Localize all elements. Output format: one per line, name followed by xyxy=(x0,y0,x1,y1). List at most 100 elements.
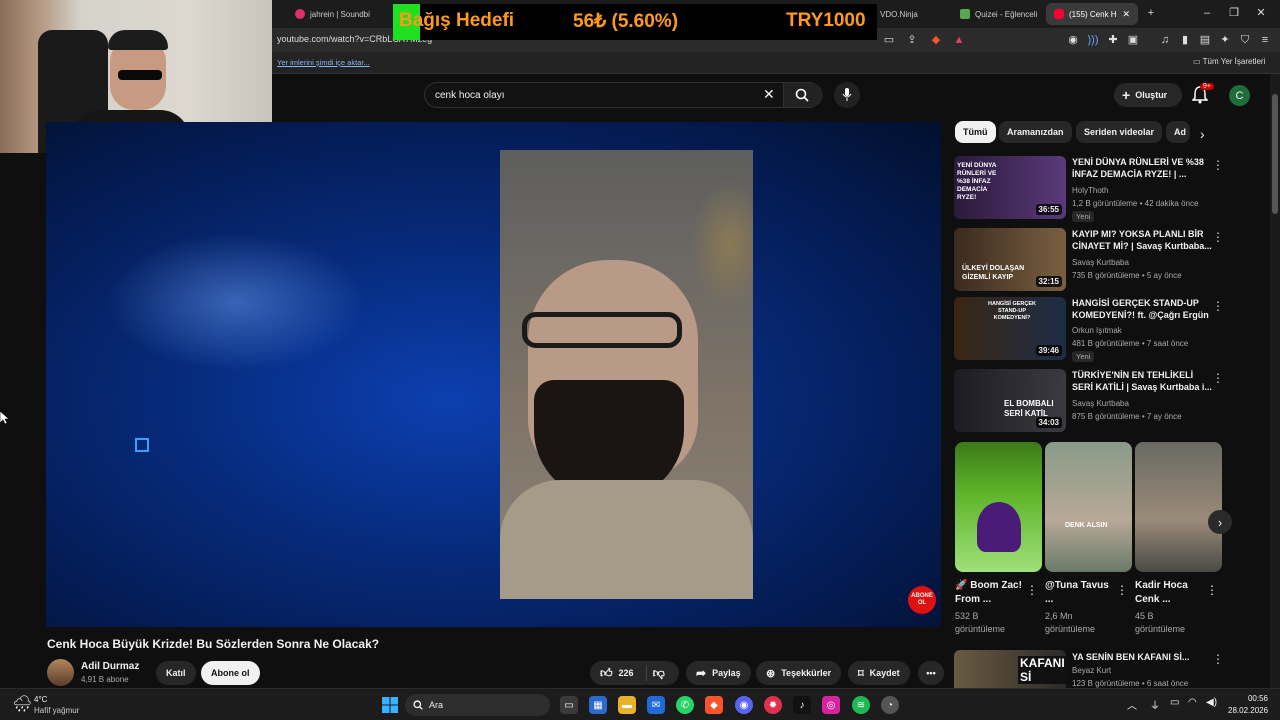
close-tab-icon[interactable]: ✕ xyxy=(1122,9,1130,20)
video-title[interactable]: YENİ DÜNYA RÜNLERİ VE %38 İNFAZ DEMACİA … xyxy=(1072,156,1212,180)
scrollbar-thumb[interactable] xyxy=(1272,94,1278,214)
discord-icon[interactable]: ◉ xyxy=(735,696,753,714)
leo-icon[interactable]: ◉ xyxy=(1066,33,1080,47)
wallet-icon[interactable]: ▤ xyxy=(1198,33,1212,47)
short-title[interactable]: @Tuna Tavus ... xyxy=(1045,579,1115,607)
app-icon[interactable]: ✹ xyxy=(764,696,782,714)
sidebar-icon[interactable]: ▮ xyxy=(1178,33,1192,47)
search-input[interactable]: cenk hoca olayı xyxy=(435,90,505,101)
clock-time[interactable]: 00:56 xyxy=(1230,694,1268,703)
create-button[interactable]: + Oluştur xyxy=(1114,83,1182,107)
tab-soundbi[interactable]: jahrein | Soundbi xyxy=(287,3,375,25)
shorts-next-button[interactable]: › xyxy=(1208,510,1232,534)
clock-date[interactable]: 28.02.2026 xyxy=(1228,706,1268,715)
chip-partial[interactable]: Ad xyxy=(1166,121,1190,143)
weather-temp[interactable]: 4°C xyxy=(34,695,47,704)
more-actions-button[interactable]: ••• xyxy=(918,661,944,685)
kebab-menu-icon[interactable]: ⋮ xyxy=(1212,230,1224,244)
short-title[interactable]: 🚀 Boom Zac! From ... xyxy=(955,579,1025,607)
whatsapp-icon[interactable]: ✆ xyxy=(676,696,694,714)
extensions-icon[interactable]: ✚ xyxy=(1106,33,1120,47)
file-explorer-icon[interactable]: ▬ xyxy=(618,696,636,714)
video-player[interactable]: ABONE OL xyxy=(46,122,941,627)
chevron-right-icon[interactable]: › xyxy=(1200,126,1205,142)
chip-series[interactable]: Seriden videolar xyxy=(1076,121,1163,143)
brave-icon[interactable]: ◆ xyxy=(705,696,723,714)
video-title[interactable]: TÜRKİYE'NİN EN TEHLİKELİ SERİ KATİLİ | S… xyxy=(1072,369,1212,393)
short-thumbnail[interactable]: DENK ALSIN xyxy=(1045,442,1132,572)
kebab-menu-icon[interactable]: ⋮ xyxy=(1116,583,1128,597)
scrollbar[interactable] xyxy=(1270,74,1280,688)
recommended-item[interactable]: YENİ DÜNYA RÜNLERİ VE %38 İNFAZ DEMACİA … xyxy=(954,156,1254,222)
channel-name[interactable]: HolyThoth xyxy=(1072,186,1108,195)
video-title[interactable]: HANGİSİ GERÇEK STAND-UP KOMEDYENİ?! ft. … xyxy=(1072,297,1212,321)
video-thumbnail[interactable]: YENİ DÜNYA RÜNLERİ VE %38 İNFAZ DEMACİA … xyxy=(954,156,1066,219)
new-tab-icon[interactable]: + xyxy=(1144,6,1158,20)
spotify-icon[interactable]: ≋ xyxy=(852,696,870,714)
like-count[interactable]: 226 xyxy=(619,668,634,678)
menu-icon[interactable]: ≡ xyxy=(1258,33,1272,47)
audio-icon[interactable]: ))) xyxy=(1086,33,1100,47)
join-button[interactable]: Katıl xyxy=(156,661,196,685)
video-title[interactable]: KAYIP MI? YOKSA PLANLI BİR CİNAYET Mİ? |… xyxy=(1072,228,1212,252)
video-thumbnail[interactable]: ÜLKEYİ DOLAŞAN GİZEMLİ KAYIP 32:15 xyxy=(954,228,1066,291)
ai-icon[interactable]: ✦ xyxy=(1218,33,1232,47)
share-icon[interactable]: ⇪ xyxy=(905,33,919,47)
tab-vdo-ninja[interactable]: VDO.Ninja xyxy=(872,3,952,25)
kebab-menu-icon[interactable]: ⋮ xyxy=(1212,158,1224,172)
video-thumbnail[interactable]: KAFANI Sİ xyxy=(954,650,1066,688)
channel-name[interactable]: Orkun Işıtmak xyxy=(1072,326,1122,335)
recommended-item[interactable]: EL BOMBALI SERİ KATİL 34:03 TÜRKİYE'NİN … xyxy=(954,369,1254,433)
video-title[interactable]: YA SENİN BEN KAFANI Sİ... xyxy=(1072,651,1212,663)
close-window-icon[interactable]: ✕ xyxy=(1254,6,1268,20)
thanks-button[interactable]: ⊛ Teşekkürler xyxy=(756,661,842,685)
outlook-icon[interactable]: ✉ xyxy=(647,696,665,714)
subscribe-button[interactable]: Abone ol xyxy=(201,661,260,685)
kebab-menu-icon[interactable]: ⋮ xyxy=(1206,583,1218,597)
tiktok-icon[interactable]: ♪ xyxy=(793,696,811,714)
maximize-icon[interactable]: ❐ xyxy=(1227,6,1241,20)
screen-icon[interactable]: ▭ xyxy=(882,33,896,47)
rewards-icon[interactable]: ▲ xyxy=(952,33,966,47)
channel-name[interactable]: Savaş Kurtbaba xyxy=(1072,399,1129,408)
brave-shield-icon[interactable]: ◆ xyxy=(929,33,943,47)
chip-all[interactable]: Tümü xyxy=(955,121,996,143)
share-button[interactable]: ➦ Paylaş xyxy=(686,661,751,685)
search-box[interactable]: cenk hoca olayı ✕ xyxy=(424,82,823,108)
network-icon[interactable]: ▭ xyxy=(1170,697,1179,708)
save-button[interactable]: ⌑ Kaydet xyxy=(848,661,910,685)
weather-rain-icon[interactable]: 🌧︎ xyxy=(12,694,32,714)
recommended-item[interactable]: HANGİSİ GERÇEK STAND-UP KOMEDYENİ? 39:46… xyxy=(954,297,1254,362)
task-view-icon[interactable]: ▭ xyxy=(560,696,578,714)
kebab-menu-icon[interactable]: ⋮ xyxy=(1026,583,1038,597)
channel-name[interactable]: Beyaz Kurt xyxy=(1072,666,1111,675)
avatar[interactable]: C xyxy=(1229,85,1250,106)
taskbar-search[interactable]: Ara xyxy=(405,694,550,716)
obs-icon[interactable]: ◔ xyxy=(881,696,899,714)
short-thumbnail[interactable] xyxy=(1135,442,1222,572)
short-thumbnail[interactable] xyxy=(955,442,1042,572)
channel-name[interactable]: Adil Durmaz xyxy=(81,661,139,672)
store-icon[interactable]: ▦ xyxy=(589,696,607,714)
music-icon[interactable]: ♫ xyxy=(1158,33,1172,47)
kebab-menu-icon[interactable]: ⋮ xyxy=(1212,371,1224,385)
channel-name[interactable]: Savaş Kurtbaba xyxy=(1072,258,1129,267)
windows-start-icon[interactable] xyxy=(381,696,399,714)
tab-youtube-active[interactable]: (155) Cenk H ✕ xyxy=(1046,3,1138,25)
voice-search-button[interactable] xyxy=(834,82,860,108)
clear-search-icon[interactable]: ✕ xyxy=(763,86,775,103)
notifications-button[interactable]: 9+ xyxy=(1191,83,1214,106)
minimize-icon[interactable]: – xyxy=(1200,6,1214,20)
import-bookmarks-link[interactable]: Yer imlerini şimdi içe aktar... xyxy=(277,58,370,67)
all-bookmarks-link[interactable]: ▭ Tüm Yer İşaretleri xyxy=(1193,57,1265,66)
subscribe-watermark[interactable]: ABONE OL xyxy=(908,586,936,614)
video-thumbnail[interactable]: HANGİSİ GERÇEK STAND-UP KOMEDYENİ? 39:46 xyxy=(954,297,1066,360)
chevron-up-icon[interactable]: ︿ xyxy=(1127,697,1137,712)
video-thumbnail[interactable]: EL BOMBALI SERİ KATİL 34:03 xyxy=(954,369,1066,432)
channel-avatar[interactable] xyxy=(47,659,74,686)
kebab-menu-icon[interactable]: ⋮ xyxy=(1212,652,1224,666)
capture-icon[interactable]: ▣ xyxy=(1126,33,1140,47)
tab-quizei[interactable]: Quizei - Eğlenceli xyxy=(952,3,1042,25)
recommended-item[interactable]: KAFANI Sİ YA SENİN BEN KAFANI Sİ... Beya… xyxy=(954,650,1254,688)
weather-desc[interactable]: Hafif yağmur xyxy=(34,706,79,715)
